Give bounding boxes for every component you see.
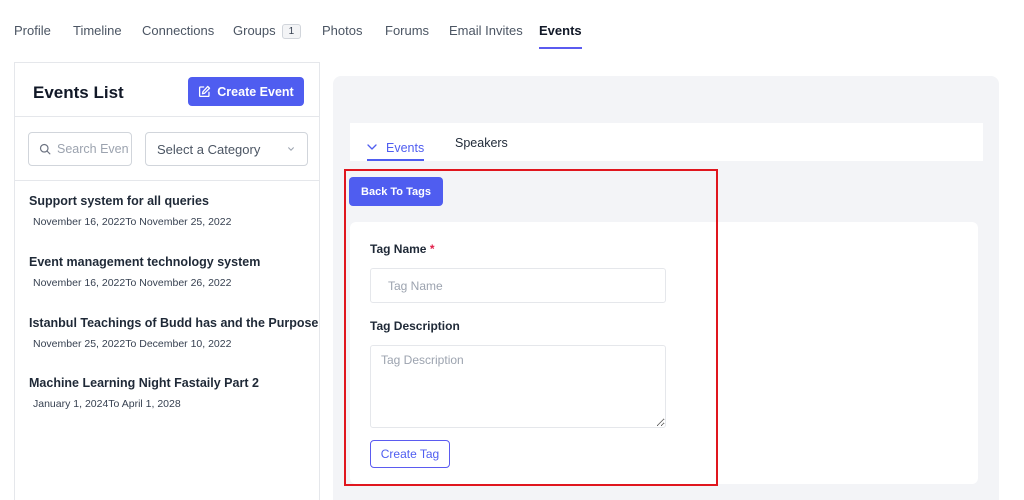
- tag-name-input[interactable]: [370, 268, 666, 303]
- create-tag-button[interactable]: Create Tag: [370, 440, 450, 468]
- tab-email-invites[interactable]: Email Invites: [449, 23, 523, 49]
- tab-forums[interactable]: Forums: [385, 23, 429, 49]
- profile-nav: Profile Timeline Connections Groups 1 Pho…: [0, 0, 1024, 62]
- groups-count-badge: 1: [281, 24, 302, 39]
- search-input[interactable]: [57, 142, 129, 156]
- event-list-item[interactable]: Machine Learning Night Fastaily Part 2 J…: [29, 376, 259, 410]
- create-event-label: Create Event: [217, 84, 294, 99]
- required-asterisk: *: [429, 242, 435, 256]
- tab-timeline[interactable]: Timeline: [73, 23, 122, 49]
- tag-description-textarea[interactable]: [370, 345, 666, 428]
- events-list-title: Events List: [33, 83, 124, 102]
- tag-description-label: Tag Description: [370, 319, 460, 333]
- tag-form-card: Tag Name * Tag Description Create Tag: [350, 222, 978, 484]
- event-date: January 1, 2024To April 1, 2028: [33, 398, 181, 410]
- tab-groups-label: Groups: [233, 23, 276, 38]
- edit-square-icon: [199, 85, 211, 98]
- tab-connections[interactable]: Connections: [142, 23, 214, 49]
- chevron-down-icon: [367, 144, 377, 150]
- category-select[interactable]: Select a Category: [145, 132, 308, 166]
- event-list-item[interactable]: Support system for all queries November …: [29, 194, 231, 228]
- tab-detail-events[interactable]: Events: [367, 136, 425, 161]
- chevron-down-icon: [288, 147, 294, 151]
- event-title: Support system for all queries: [29, 194, 209, 208]
- tag-name-label-text: Tag Name: [370, 242, 427, 256]
- search-icon: [39, 143, 51, 155]
- events-list-header: Events List Create Event: [15, 63, 319, 117]
- event-date: November 16, 2022To November 26, 2022: [33, 277, 232, 289]
- event-title: Istanbul Teachings of Budd has and the P…: [29, 316, 319, 330]
- create-event-button[interactable]: Create Event: [188, 77, 304, 106]
- category-select-value: Select a Category: [157, 141, 261, 157]
- tab-photos[interactable]: Photos: [322, 23, 362, 49]
- back-to-tags-button[interactable]: Back To Tags: [349, 177, 443, 206]
- event-title: Event management technology system: [29, 255, 261, 269]
- event-date: November 25, 2022To December 10, 2022: [33, 338, 232, 350]
- events-filters: Select a Category: [15, 117, 319, 181]
- search-field[interactable]: [28, 132, 132, 166]
- tab-detail-speakers[interactable]: Speakers: [455, 136, 508, 150]
- event-list-item[interactable]: Istanbul Teachings of Budd has and the P…: [29, 316, 318, 350]
- event-title: Machine Learning Night Fastaily Part 2: [29, 376, 259, 390]
- tab-detail-events-label: Events: [386, 140, 425, 155]
- tab-events[interactable]: Events: [539, 23, 582, 49]
- event-list-item[interactable]: Event management technology system Novem…: [29, 255, 260, 289]
- events-list-panel: Events List Create Event Select a Catego…: [14, 62, 320, 500]
- tag-name-label: Tag Name *: [370, 242, 434, 256]
- detail-tabbar: Events Speakers: [350, 123, 983, 161]
- tab-groups[interactable]: Groups 1: [233, 23, 302, 49]
- event-date: November 16, 2022To November 25, 2022: [33, 216, 232, 228]
- tab-profile[interactable]: Profile: [14, 23, 51, 49]
- event-detail-panel: Events Speakers Back To Tags Tag Name * …: [333, 76, 999, 500]
